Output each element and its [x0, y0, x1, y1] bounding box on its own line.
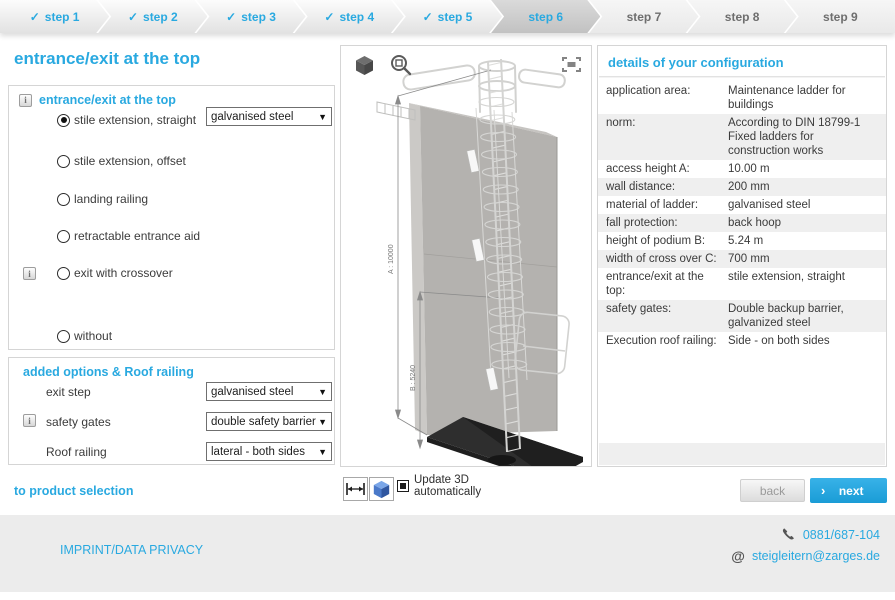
detail-row: application area:Maintenance ladder for …: [598, 82, 886, 114]
chevron-down-icon: ▼: [318, 387, 327, 397]
rotate-3d-cube-icon[interactable]: [354, 55, 375, 76]
chevron-down-icon: ▼: [318, 417, 327, 427]
check-icon: ✓: [128, 10, 138, 24]
detail-row: wall distance:200 mm: [598, 178, 886, 196]
entrance-options-panel: i entrance/exit at the top stile extensi…: [8, 85, 335, 350]
measure-tool-button[interactable]: [343, 477, 368, 501]
radio-icon[interactable]: [57, 267, 70, 280]
update-3d-label: Update 3D automatically: [414, 474, 504, 499]
details-title: details of your configuration: [598, 46, 886, 76]
radio-selected-icon[interactable]: [57, 114, 70, 127]
info-icon[interactable]: i: [23, 414, 36, 427]
exit-step-label: exit step: [46, 385, 91, 399]
dimension-b-label: B : 5240: [410, 365, 417, 391]
check-icon: ✓: [423, 10, 433, 24]
step-tab-6-active[interactable]: step 6: [491, 0, 600, 33]
detail-row: material of ladder:galvanised steel: [598, 196, 886, 214]
step-tab-5[interactable]: ✓ step 5: [393, 0, 502, 33]
step-label: step 5: [438, 10, 473, 24]
zarges-ladder-configurator: ✓step 1 ✓step 2 ✓step 3 ✓step 4 ✓step 5 …: [0, 0, 895, 600]
panel-header: added options & Roof railing: [23, 365, 194, 379]
safety-gates-dropdown[interactable]: double safety barrier, ▼: [206, 412, 332, 431]
chevron-down-icon: ▼: [318, 447, 327, 457]
step-tab-2[interactable]: ✓ step 2: [98, 0, 207, 33]
imprint-link[interactable]: IMPRINT/DATA PRIVACY: [60, 543, 203, 557]
contact-block: 0881/687-104 @ steigleitern@zarges.de: [731, 527, 880, 570]
check-icon: ✓: [226, 10, 236, 24]
step-tab-8[interactable]: step 8: [688, 0, 797, 33]
fullscreen-icon[interactable]: [562, 57, 581, 72]
back-button[interactable]: back: [740, 479, 805, 502]
email-link[interactable]: steigleitern@zarges.de: [752, 549, 880, 563]
option-exit-with-crossover[interactable]: exit with crossover: [57, 266, 173, 280]
detail-row: access height A:10.00 m: [598, 160, 886, 178]
ladder-3d-render: A : 10000 B : 5240: [341, 46, 591, 466]
info-icon[interactable]: i: [23, 267, 36, 280]
detail-row: height of podium B:5.24 m: [598, 232, 886, 250]
detail-row: safety gates:Double backup barrier, galv…: [598, 300, 886, 332]
step-label: step 6: [528, 10, 563, 24]
exit-step-dropdown[interactable]: galvanised steel ▼: [206, 382, 332, 401]
detail-row: norm:According to DIN 18799-1 Fixed ladd…: [598, 114, 886, 160]
dimension-a-label: A : 10000: [388, 244, 395, 274]
panel-header: i entrance/exit at the top: [19, 93, 176, 107]
safety-gates-label: safety gates: [46, 415, 111, 429]
next-button[interactable]: › next: [810, 478, 887, 503]
to-product-selection-link[interactable]: to product selection: [14, 484, 133, 498]
option-stile-extension-straight[interactable]: stile extension, straight: [57, 113, 196, 127]
radio-icon[interactable]: [57, 230, 70, 243]
step-wizard: ✓step 1 ✓step 2 ✓step 3 ✓step 4 ✓step 5 …: [0, 0, 895, 33]
step-tab-4[interactable]: ✓ step 4: [295, 0, 404, 33]
step-label: step 1: [45, 10, 80, 24]
divider: [599, 76, 885, 78]
radio-icon[interactable]: [57, 155, 70, 168]
check-icon: ✓: [30, 10, 40, 24]
panel-title: added options & Roof railing: [23, 365, 194, 379]
page-title: entrance/exit at the top: [14, 49, 200, 69]
option-stile-extension-offset[interactable]: stile extension, offset: [57, 154, 186, 168]
step-label: step 2: [143, 10, 178, 24]
step-label: step 8: [725, 10, 760, 24]
chevron-down-icon: ▼: [318, 112, 327, 122]
roof-railing-label: Roof railing: [46, 445, 107, 459]
option-retractable-entrance-aid[interactable]: retractable entrance aid: [57, 229, 200, 243]
step-tab-3[interactable]: ✓ step 3: [196, 0, 305, 33]
info-icon[interactable]: i: [19, 94, 32, 107]
measure-icon: [346, 483, 365, 495]
viewer-3d[interactable]: A : 10000 B : 5240: [340, 45, 592, 467]
footer: IMPRINT/DATA PRIVACY 0881/687-104 @ stei…: [0, 515, 895, 592]
detail-row: entrance/exit at the top:stile extension…: [598, 268, 886, 300]
panel-footer-strip: [599, 443, 885, 465]
phone-link[interactable]: 0881/687-104: [803, 528, 880, 542]
phone-icon: [781, 527, 796, 542]
panel-title: entrance/exit at the top: [39, 93, 176, 107]
detail-row: width of cross over C:700 mm: [598, 250, 886, 268]
update-3d-checkbox[interactable]: [397, 480, 409, 492]
step-label: step 4: [339, 10, 374, 24]
check-icon: ✓: [324, 10, 334, 24]
blue-cube-icon: [372, 480, 391, 499]
zoom-icon[interactable]: [389, 53, 413, 77]
details-panel: details of your configuration applicatio…: [597, 45, 887, 467]
option-landing-railing[interactable]: landing railing: [57, 192, 148, 206]
detail-row: fall protection:back hoop: [598, 214, 886, 232]
radio-icon[interactable]: [57, 193, 70, 206]
step-label: step 9: [823, 10, 858, 24]
added-options-panel: added options & Roof railing exit step g…: [8, 357, 335, 465]
step-label: step 3: [241, 10, 276, 24]
view-3d-button[interactable]: [369, 477, 394, 501]
detail-row: Execution roof railing:Side - on both si…: [598, 332, 886, 350]
step-tab-9[interactable]: step 9: [786, 0, 895, 33]
at-icon: @: [731, 548, 745, 564]
step-label: step 7: [627, 10, 662, 24]
material-dropdown[interactable]: galvanised steel ▼: [206, 107, 332, 126]
option-without[interactable]: without: [57, 329, 112, 343]
roof-railing-dropdown[interactable]: lateral - both sides ▼: [206, 442, 332, 461]
step-tab-1[interactable]: ✓ step 1: [0, 0, 109, 33]
step-tab-7[interactable]: step 7: [589, 0, 698, 33]
radio-icon[interactable]: [57, 330, 70, 343]
